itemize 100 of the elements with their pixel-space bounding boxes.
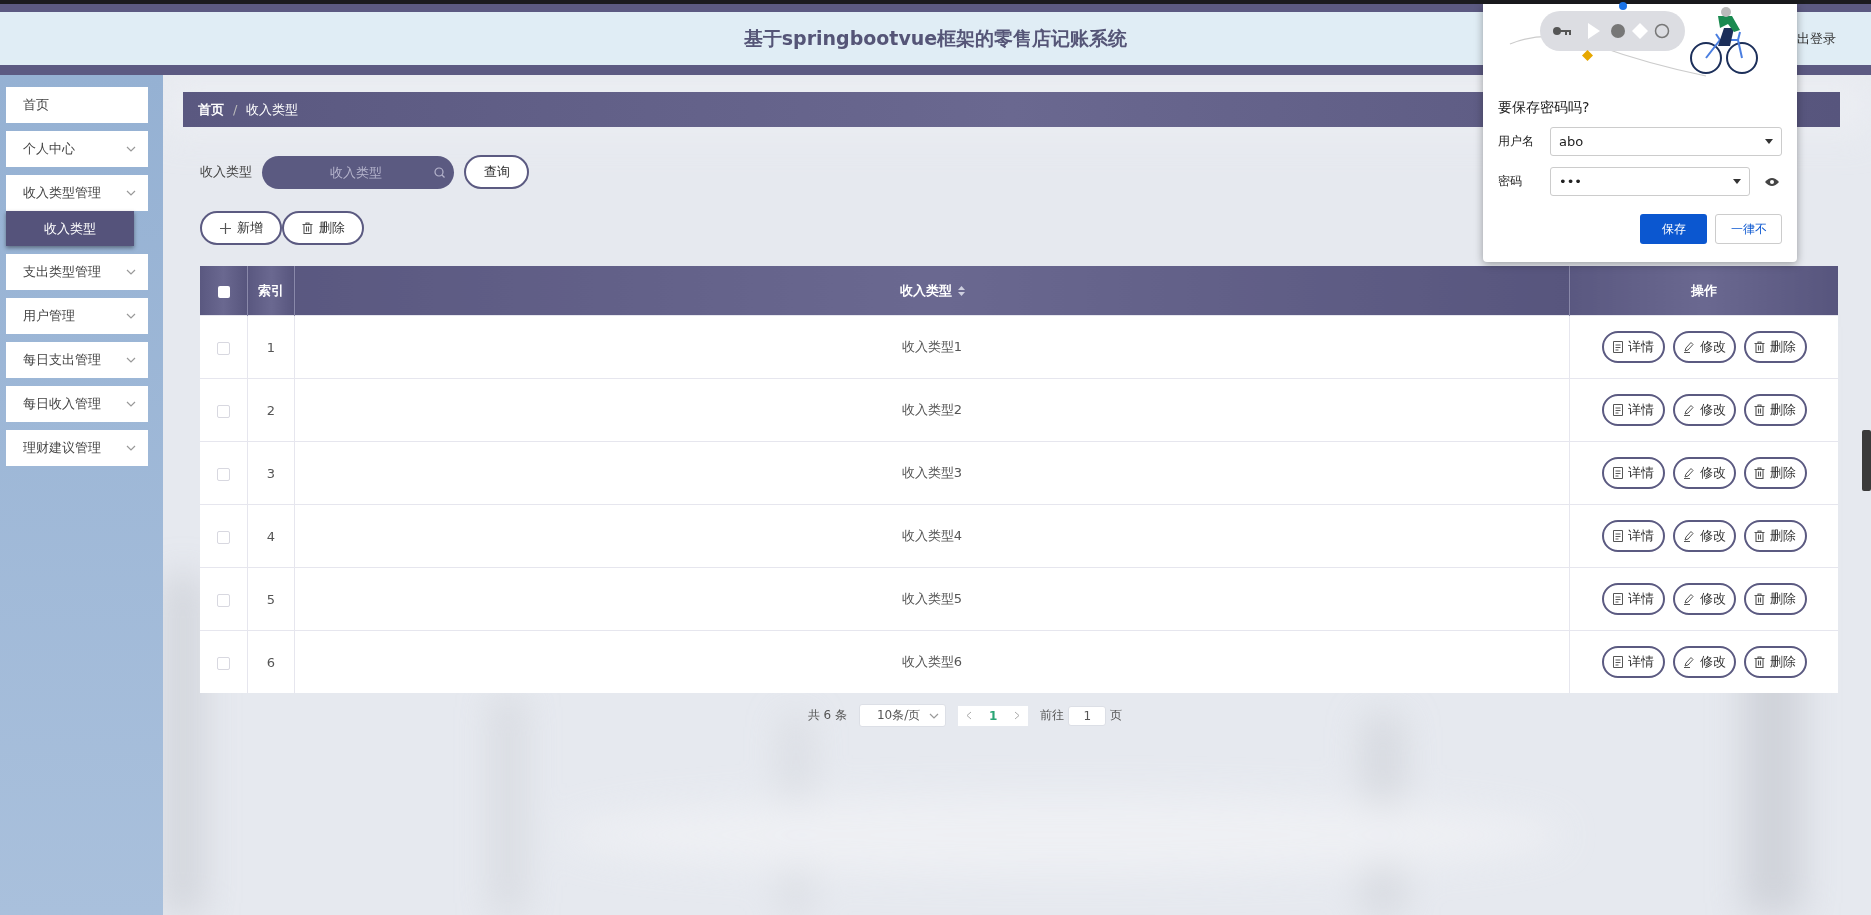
- table-cell: 收入类型1: [901, 339, 963, 354]
- previous-page-icon[interactable]: [965, 711, 972, 720]
- trash-icon: [1754, 404, 1765, 416]
- chevron-icon: [126, 190, 136, 196]
- breadcrumb-item[interactable]: 首页: [198, 100, 224, 119]
- table-cell: 收入类型2: [901, 402, 963, 417]
- edit-button[interactable]: 修改: [1672, 457, 1736, 489]
- menu-item[interactable]: 用户管理: [6, 298, 148, 334]
- cyclist-drawing: [1690, 6, 1758, 76]
- checkbox[interactable]: [217, 404, 230, 418]
- document-icon: [1612, 530, 1623, 542]
- detail-button[interactable]: 详情: [1601, 331, 1665, 363]
- chevron-icon: [928, 712, 939, 719]
- chevron-icon: [126, 269, 136, 275]
- table-cell: 1: [266, 339, 276, 355]
- search-label: 收入类型: [200, 163, 252, 181]
- table-cell: 收入类型3: [901, 465, 963, 480]
- column-header: 操作: [1691, 281, 1717, 300]
- table-cell: 3: [266, 465, 276, 481]
- eye-icon[interactable]: [1765, 176, 1779, 187]
- chevron-icon: [126, 401, 136, 407]
- menu-item[interactable]: 每日支出管理: [6, 342, 148, 378]
- checkbox[interactable]: [217, 467, 230, 481]
- column-header[interactable]: 收入类型: [899, 281, 965, 300]
- logout-link[interactable]: 出登录: [1797, 30, 1836, 48]
- save-button[interactable]: 保存: [1640, 214, 1707, 244]
- checkbox[interactable]: [217, 530, 230, 544]
- edit-button[interactable]: 修改: [1672, 331, 1736, 363]
- username-field[interactable]: abo: [1550, 127, 1782, 156]
- pencil-icon: [1682, 404, 1695, 416]
- page-input[interactable]: 1: [1068, 705, 1107, 726]
- plus-icon: [219, 222, 231, 234]
- trash-icon: [1754, 341, 1765, 353]
- delete-button[interactable]: 删除: [1743, 646, 1807, 678]
- table-cell: 收入类型6: [901, 654, 963, 669]
- document-icon: [1612, 467, 1623, 479]
- chevron-icon: [126, 146, 136, 152]
- detail-button[interactable]: 详情: [1601, 646, 1665, 678]
- menu-item[interactable]: 每日收入管理: [6, 386, 148, 422]
- edit-button[interactable]: 修改: [1672, 583, 1736, 615]
- delete-button[interactable]: 删除: [1743, 583, 1807, 615]
- search-icon: [434, 166, 445, 178]
- menu-item[interactable]: 个人中心: [6, 131, 148, 167]
- pencil-icon: [1682, 656, 1695, 668]
- field-label: 密码: [1498, 173, 1523, 190]
- goto-label: 前往: [1040, 707, 1065, 724]
- search-button[interactable]: 查询: [464, 155, 529, 189]
- table-cell: 4: [266, 528, 276, 544]
- never-button[interactable]: 一律不: [1715, 214, 1782, 244]
- breadcrumb-item: 收入类型: [246, 100, 299, 119]
- edit-button[interactable]: 修改: [1672, 520, 1736, 552]
- breadcrumb-separator: /: [233, 102, 238, 117]
- menu-item[interactable]: 理财建议管理: [6, 430, 148, 466]
- table-cell: 收入类型4: [901, 528, 963, 543]
- pencil-icon: [1682, 467, 1695, 479]
- detail-button[interactable]: 详情: [1601, 394, 1665, 426]
- document-icon: [1612, 404, 1623, 416]
- chevron-icon: [126, 313, 136, 319]
- dot-shape: [1619, 2, 1627, 10]
- sort-icon: [957, 285, 965, 296]
- table-cell: 收入类型5: [901, 591, 963, 606]
- popup-title: 要保存密码吗?: [1498, 99, 1591, 117]
- chevron-icon: [126, 445, 136, 451]
- delete-button[interactable]: 删除: [1743, 394, 1807, 426]
- page-size-select[interactable]: 10条/页: [858, 704, 946, 727]
- delete-button[interactable]: 删除: [1743, 331, 1807, 363]
- detail-button[interactable]: 详情: [1601, 457, 1665, 489]
- document-icon: [1612, 656, 1623, 668]
- document-icon: [1612, 341, 1623, 353]
- document-icon: [1612, 593, 1623, 605]
- next-page-icon[interactable]: [1014, 711, 1021, 720]
- page-unit: 页: [1110, 707, 1123, 724]
- delete-button[interactable]: 删除: [1743, 457, 1807, 489]
- add-button[interactable]: 新增: [200, 211, 282, 245]
- table-cell: 5: [266, 591, 276, 607]
- menu-item[interactable]: 首页: [6, 87, 148, 123]
- delete-button[interactable]: 删除: [1743, 520, 1807, 552]
- search-field[interactable]: 收入类型: [262, 155, 454, 189]
- scrollbar-thumb[interactable]: [1862, 430, 1871, 491]
- detail-button[interactable]: 详情: [1601, 583, 1665, 615]
- dropdown-icon: [1765, 139, 1773, 144]
- total-count: 共 6 条: [807, 707, 847, 724]
- trash-icon: [301, 222, 313, 234]
- checkbox[interactable]: [217, 656, 230, 670]
- trash-icon: [1754, 656, 1765, 668]
- checkbox[interactable]: [217, 285, 230, 298]
- pencil-icon: [1682, 341, 1695, 353]
- password-field[interactable]: •••: [1550, 167, 1750, 196]
- detail-button[interactable]: 详情: [1601, 520, 1665, 552]
- field-label: 用户名: [1498, 133, 1535, 150]
- submenu-item[interactable]: 收入类型: [6, 211, 134, 246]
- checkbox[interactable]: [217, 593, 230, 607]
- edit-button[interactable]: 修改: [1672, 646, 1736, 678]
- pencil-icon: [1682, 530, 1695, 542]
- checkbox[interactable]: [217, 341, 230, 355]
- delete-button[interactable]: 删除: [282, 211, 364, 245]
- menu-item[interactable]: 收入类型管理: [6, 175, 148, 211]
- table-cell: 2: [266, 402, 276, 418]
- edit-button[interactable]: 修改: [1672, 394, 1736, 426]
- menu-item[interactable]: 支出类型管理: [6, 254, 148, 290]
